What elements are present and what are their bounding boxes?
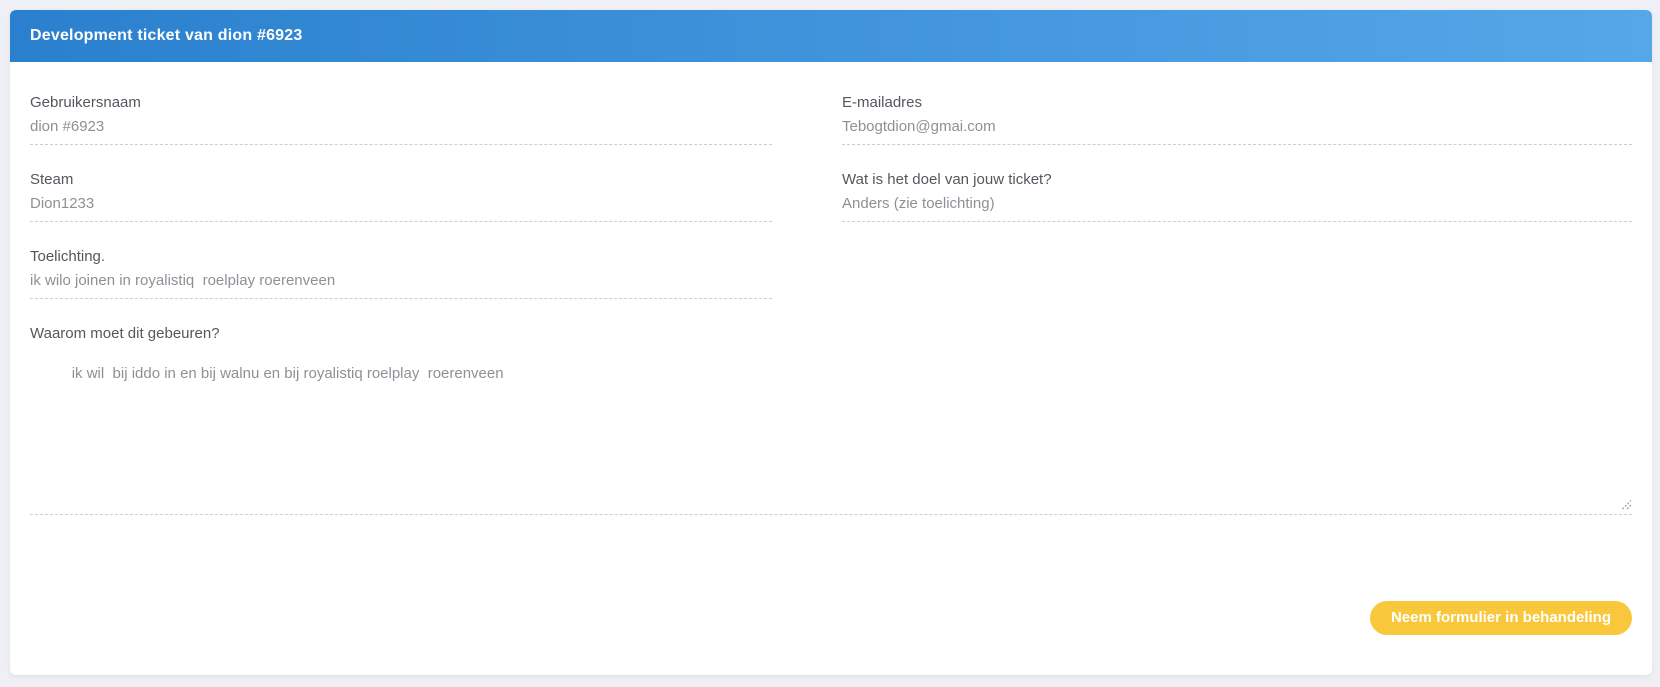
field-label-toelichting: Toelichting. [30, 249, 772, 265]
field-gebruikersnaam: Gebruikersnaam dion #6923 [30, 95, 772, 145]
field-steam: Steam Dion1233 [30, 172, 772, 222]
field-value-waarom: ik wil bij iddo in en bij walnu en bij r… [72, 365, 504, 382]
field-toelichting: Toelichting. ik wilo joinen in royalisti… [30, 249, 772, 299]
field-waarom: Waarom moet dit gebeuren? ik wil bij idd… [30, 326, 1632, 515]
field-label-gebruikersnaam: Gebruikersnaam [30, 95, 772, 111]
field-value-emailadres[interactable]: Tebogtdion@gmai.com [842, 119, 1632, 145]
field-label-ticket-doel: Wat is het doel van jouw ticket? [842, 172, 1632, 188]
page-title: Development ticket van dion #6923 [30, 27, 302, 45]
form-footer: Neem formulier in behandeling [30, 601, 1632, 635]
field-emailadres: E-mailadres Tebogtdion@gmai.com [842, 95, 1632, 145]
textarea-resize-grip-icon[interactable] [1620, 498, 1632, 510]
field-value-steam[interactable]: Dion1233 [30, 196, 772, 222]
ticket-form: Gebruikersnaam dion #6923 E-mailadres Te… [10, 62, 1652, 635]
field-label-emailadres: E-mailadres [842, 95, 1632, 111]
field-ticket-doel: Wat is het doel van jouw ticket? Anders … [842, 172, 1632, 222]
field-value-ticket-doel[interactable]: Anders (zie toelichting) [842, 196, 1632, 222]
field-label-waarom: Waarom moet dit gebeuren? [30, 326, 1632, 342]
ticket-panel: Development ticket van dion #6923 Gebrui… [10, 10, 1652, 675]
panel-header: Development ticket van dion #6923 [10, 10, 1652, 62]
field-value-toelichting[interactable]: ik wilo joinen in royalistiq roelplay ro… [30, 273, 772, 299]
field-value-gebruikersnaam[interactable]: dion #6923 [30, 119, 772, 145]
field-label-steam: Steam [30, 172, 772, 188]
take-form-in-progress-button[interactable]: Neem formulier in behandeling [1370, 601, 1632, 635]
field-textarea-waarom[interactable]: ik wil bij iddo in en bij walnu en bij r… [30, 350, 1632, 515]
form-grid: Gebruikersnaam dion #6923 E-mailadres Te… [30, 95, 1632, 515]
field-spacer [842, 249, 1632, 299]
